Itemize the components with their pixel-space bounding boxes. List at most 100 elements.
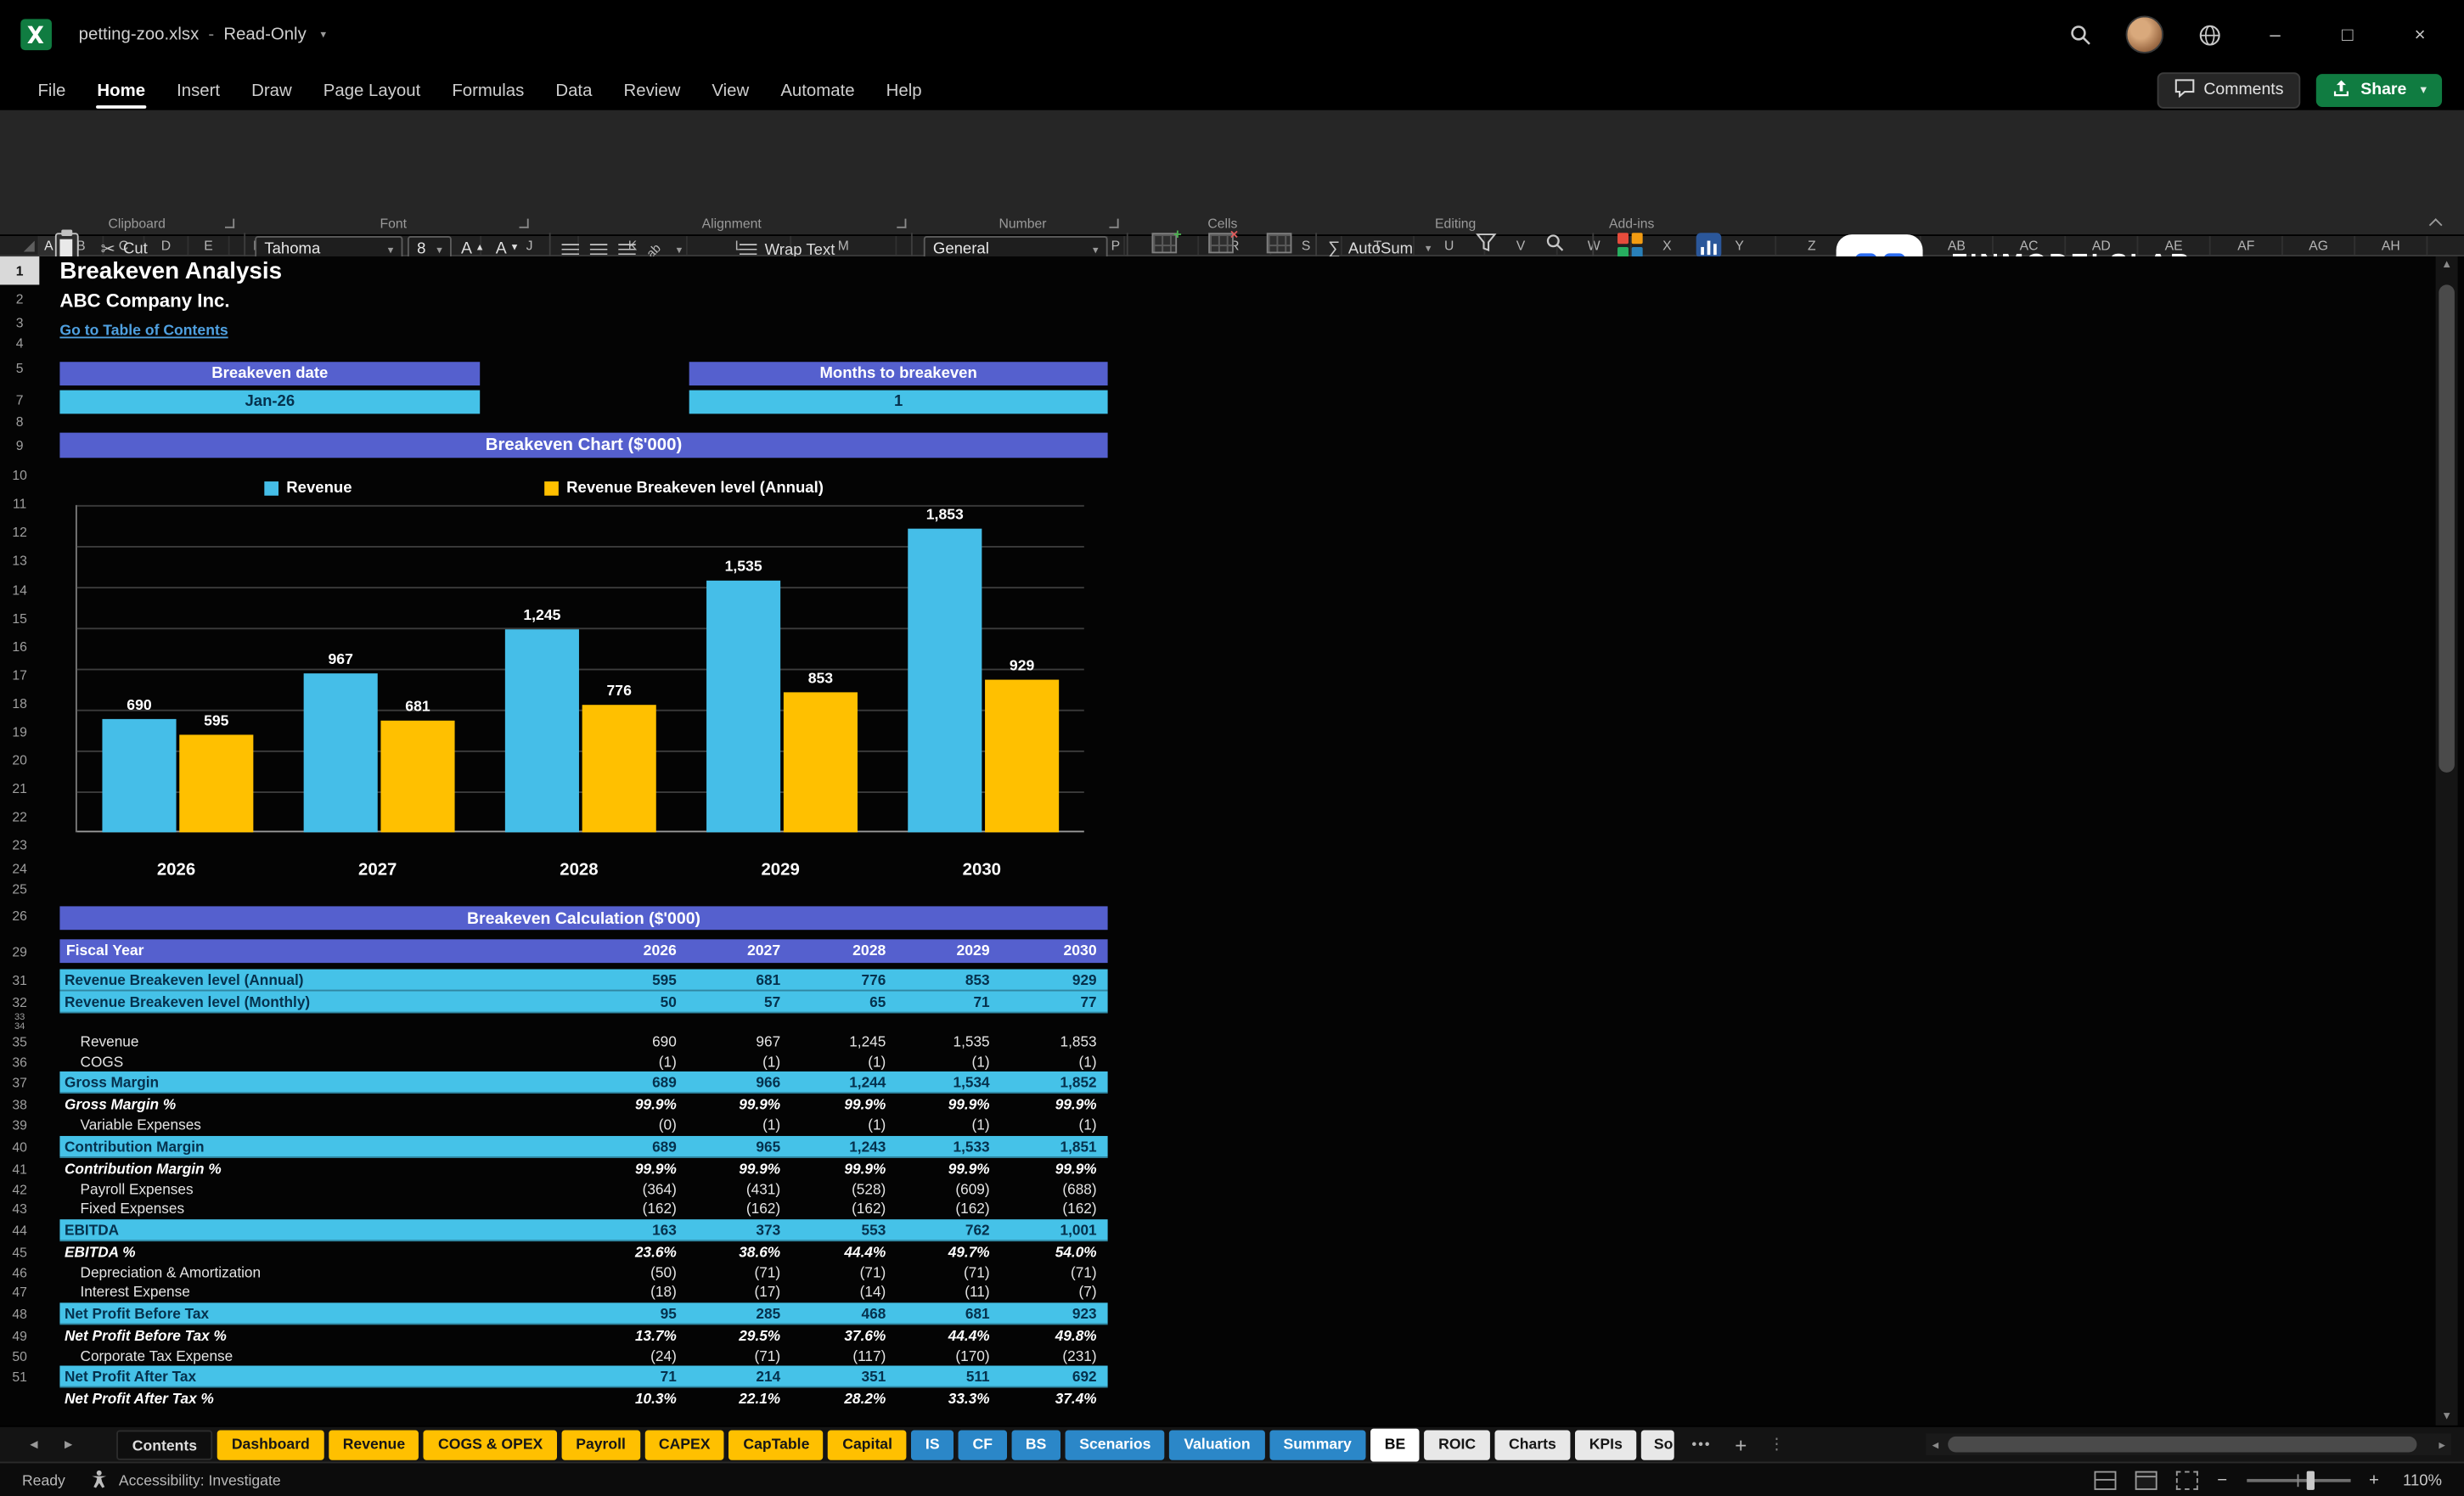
- menu-file[interactable]: File: [22, 76, 82, 104]
- cell-value[interactable]: 22.1%: [688, 1387, 791, 1409]
- months-to-breakeven-value[interactable]: 1: [689, 390, 1108, 414]
- cell-value[interactable]: (170): [897, 1346, 1000, 1365]
- cell-value[interactable]: (117): [791, 1346, 897, 1365]
- cell-value[interactable]: 351: [791, 1366, 897, 1388]
- cell-value[interactable]: 1,245: [791, 1032, 897, 1052]
- row-header-45[interactable]: 45: [0, 1240, 39, 1263]
- sheet-tab-cogs-opex[interactable]: COGS & OPEX: [424, 1429, 557, 1459]
- sheet-tab-is[interactable]: IS: [911, 1429, 954, 1459]
- row-header-38[interactable]: 38: [0, 1094, 39, 1116]
- year-header-2027[interactable]: 2027: [688, 939, 791, 963]
- cell-value[interactable]: 692: [1001, 1366, 1108, 1388]
- cell-value[interactable]: 50: [579, 991, 688, 1013]
- row-header-9[interactable]: 9: [0, 430, 39, 461]
- cell-value[interactable]: 690: [579, 1032, 688, 1052]
- cell-value[interactable]: 681: [897, 1302, 1000, 1324]
- sheet-tab-capital[interactable]: Capital: [828, 1429, 907, 1459]
- cell-value[interactable]: 1,244: [791, 1071, 897, 1094]
- calc-row-fixed-expenses[interactable]: 43 Fixed Expenses (162) (162) (162) (162) (162…: [0, 1199, 1108, 1218]
- cell-value[interactable]: 37.4%: [1001, 1387, 1108, 1409]
- cell-value[interactable]: (7): [1001, 1282, 1108, 1302]
- zoom-in-button[interactable]: +: [2369, 1471, 2379, 1490]
- cell-value[interactable]: (688): [1001, 1179, 1108, 1199]
- comments-button[interactable]: Comments: [2156, 71, 2301, 108]
- cell-value[interactable]: 373: [688, 1218, 791, 1240]
- menu-review[interactable]: Review: [608, 76, 696, 104]
- row-header-49[interactable]: 49: [0, 1324, 39, 1346]
- avatar[interactable]: [2125, 15, 2164, 54]
- sheet-tab-roic[interactable]: ROIC: [1424, 1429, 1490, 1459]
- calc-row-variable-expenses[interactable]: 39 Variable Expenses (0) (1) (1) (1) (1): [0, 1116, 1108, 1135]
- row-header-21[interactable]: 21: [0, 774, 39, 802]
- row-header-33[interactable]: 33: [0, 1013, 39, 1022]
- cell-value[interactable]: (162): [688, 1199, 791, 1218]
- cell-value[interactable]: 762: [897, 1218, 1000, 1240]
- sheet-tab-capex[interactable]: CAPEX: [644, 1429, 725, 1459]
- cell-value[interactable]: (1): [688, 1052, 791, 1071]
- row-header-blank[interactable]: [0, 1387, 39, 1409]
- cell-value[interactable]: (1): [897, 1052, 1000, 1071]
- row-header-31[interactable]: 31: [0, 970, 39, 992]
- zoom-level[interactable]: 110%: [2398, 1472, 2442, 1489]
- cell-value[interactable]: (71): [897, 1263, 1000, 1282]
- cell-value[interactable]: 1,851: [1001, 1135, 1108, 1157]
- row-header-17[interactable]: 17: [0, 661, 39, 689]
- row-header-34[interactable]: 34: [0, 1023, 39, 1032]
- cell-value[interactable]: (1): [1001, 1116, 1108, 1135]
- cell-value[interactable]: 776: [791, 970, 897, 992]
- font-dialog-launcher[interactable]: [519, 218, 529, 228]
- cell-value[interactable]: 37.6%: [791, 1324, 897, 1346]
- cell-value[interactable]: (0): [579, 1116, 688, 1135]
- sheet-nav-left-icon[interactable]: ◂: [22, 1436, 46, 1453]
- sheet-tab-revenue[interactable]: Revenue: [329, 1429, 419, 1459]
- sheet-tab-bs[interactable]: BS: [1011, 1429, 1061, 1459]
- cell-value[interactable]: 468: [791, 1302, 897, 1324]
- close-button[interactable]: ×: [2401, 24, 2439, 46]
- calc-row-gross-margin[interactable]: 38 Gross Margin % 99.9% 99.9% 99.9% 99.9% 99.9…: [0, 1094, 1108, 1116]
- cell-value[interactable]: 99.9%: [897, 1094, 1000, 1116]
- cell-value[interactable]: 99.9%: [579, 1157, 688, 1179]
- cell-value[interactable]: (71): [1001, 1263, 1108, 1282]
- page-layout-view-button[interactable]: [2135, 1471, 2157, 1490]
- year-header-2029[interactable]: 2029: [897, 939, 1000, 963]
- cell-value[interactable]: 214: [688, 1366, 791, 1388]
- calc-row-payroll-expenses[interactable]: 42 Payroll Expenses (364) (431) (528) (609) (6…: [0, 1179, 1108, 1199]
- calc-row-net-profit-before-tax[interactable]: 49 Net Profit Before Tax % 13.7% 29.5% 37.6%…: [0, 1324, 1108, 1346]
- sheet-tab-kpis[interactable]: KPIs: [1575, 1429, 1637, 1459]
- sheet-tab-captable[interactable]: CapTable: [729, 1429, 824, 1459]
- share-button[interactable]: Share ▾: [2316, 73, 2443, 107]
- row-header-51[interactable]: 51: [0, 1366, 39, 1388]
- cell-value[interactable]: 49.8%: [1001, 1324, 1108, 1346]
- calc-row-cogs[interactable]: 36 COGS (1) (1) (1) (1) (1): [0, 1052, 1108, 1071]
- cell-value[interactable]: 99.9%: [688, 1094, 791, 1116]
- vertical-scrollbar[interactable]: ▲ ▼: [2435, 256, 2458, 1426]
- cell-value[interactable]: 689: [579, 1135, 688, 1157]
- scroll-right-icon[interactable]: ▸: [2433, 1437, 2451, 1452]
- menu-formulas[interactable]: Formulas: [436, 76, 540, 104]
- row-header-18[interactable]: 18: [0, 689, 39, 717]
- column-header-E[interactable]: E: [188, 235, 230, 256]
- row-header-37[interactable]: 37: [0, 1071, 39, 1094]
- cell-value[interactable]: 77: [1001, 991, 1108, 1013]
- normal-view-button[interactable]: [2094, 1471, 2117, 1490]
- column-header-AF[interactable]: AF: [2211, 235, 2283, 256]
- year-header-2030[interactable]: 2030: [1001, 939, 1108, 963]
- menu-data[interactable]: Data: [540, 76, 608, 104]
- row-header-40[interactable]: 40: [0, 1135, 39, 1157]
- zoom-slider[interactable]: [2246, 1470, 2350, 1492]
- cell-value[interactable]: 1,853: [1001, 1032, 1108, 1052]
- cell-value[interactable]: (1): [791, 1116, 897, 1135]
- column-header-AG[interactable]: AG: [2283, 235, 2356, 256]
- cell-value[interactable]: 65: [791, 991, 897, 1013]
- zoom-out-button[interactable]: −: [2217, 1471, 2227, 1490]
- cell-value[interactable]: 28.2%: [791, 1387, 897, 1409]
- calc-row-contribution-margin[interactable]: 41 Contribution Margin % 99.9% 99.9% 99.9% 99…: [0, 1157, 1108, 1179]
- align-top-icon[interactable]: [561, 243, 579, 257]
- row-header-2[interactable]: 2: [0, 284, 39, 312]
- scroll-up-icon[interactable]: ▲: [2436, 260, 2458, 271]
- more-sheets-button[interactable]: •••: [1685, 1437, 1718, 1453]
- cell-value[interactable]: (364): [579, 1179, 688, 1199]
- calc-row-net-profit-after-tax[interactable]: 51 Net Profit After Tax 71 214 351 511 692: [0, 1365, 1108, 1388]
- row-header-25[interactable]: 25: [0, 878, 39, 898]
- sheet-nav-right-icon[interactable]: ▸: [57, 1436, 81, 1453]
